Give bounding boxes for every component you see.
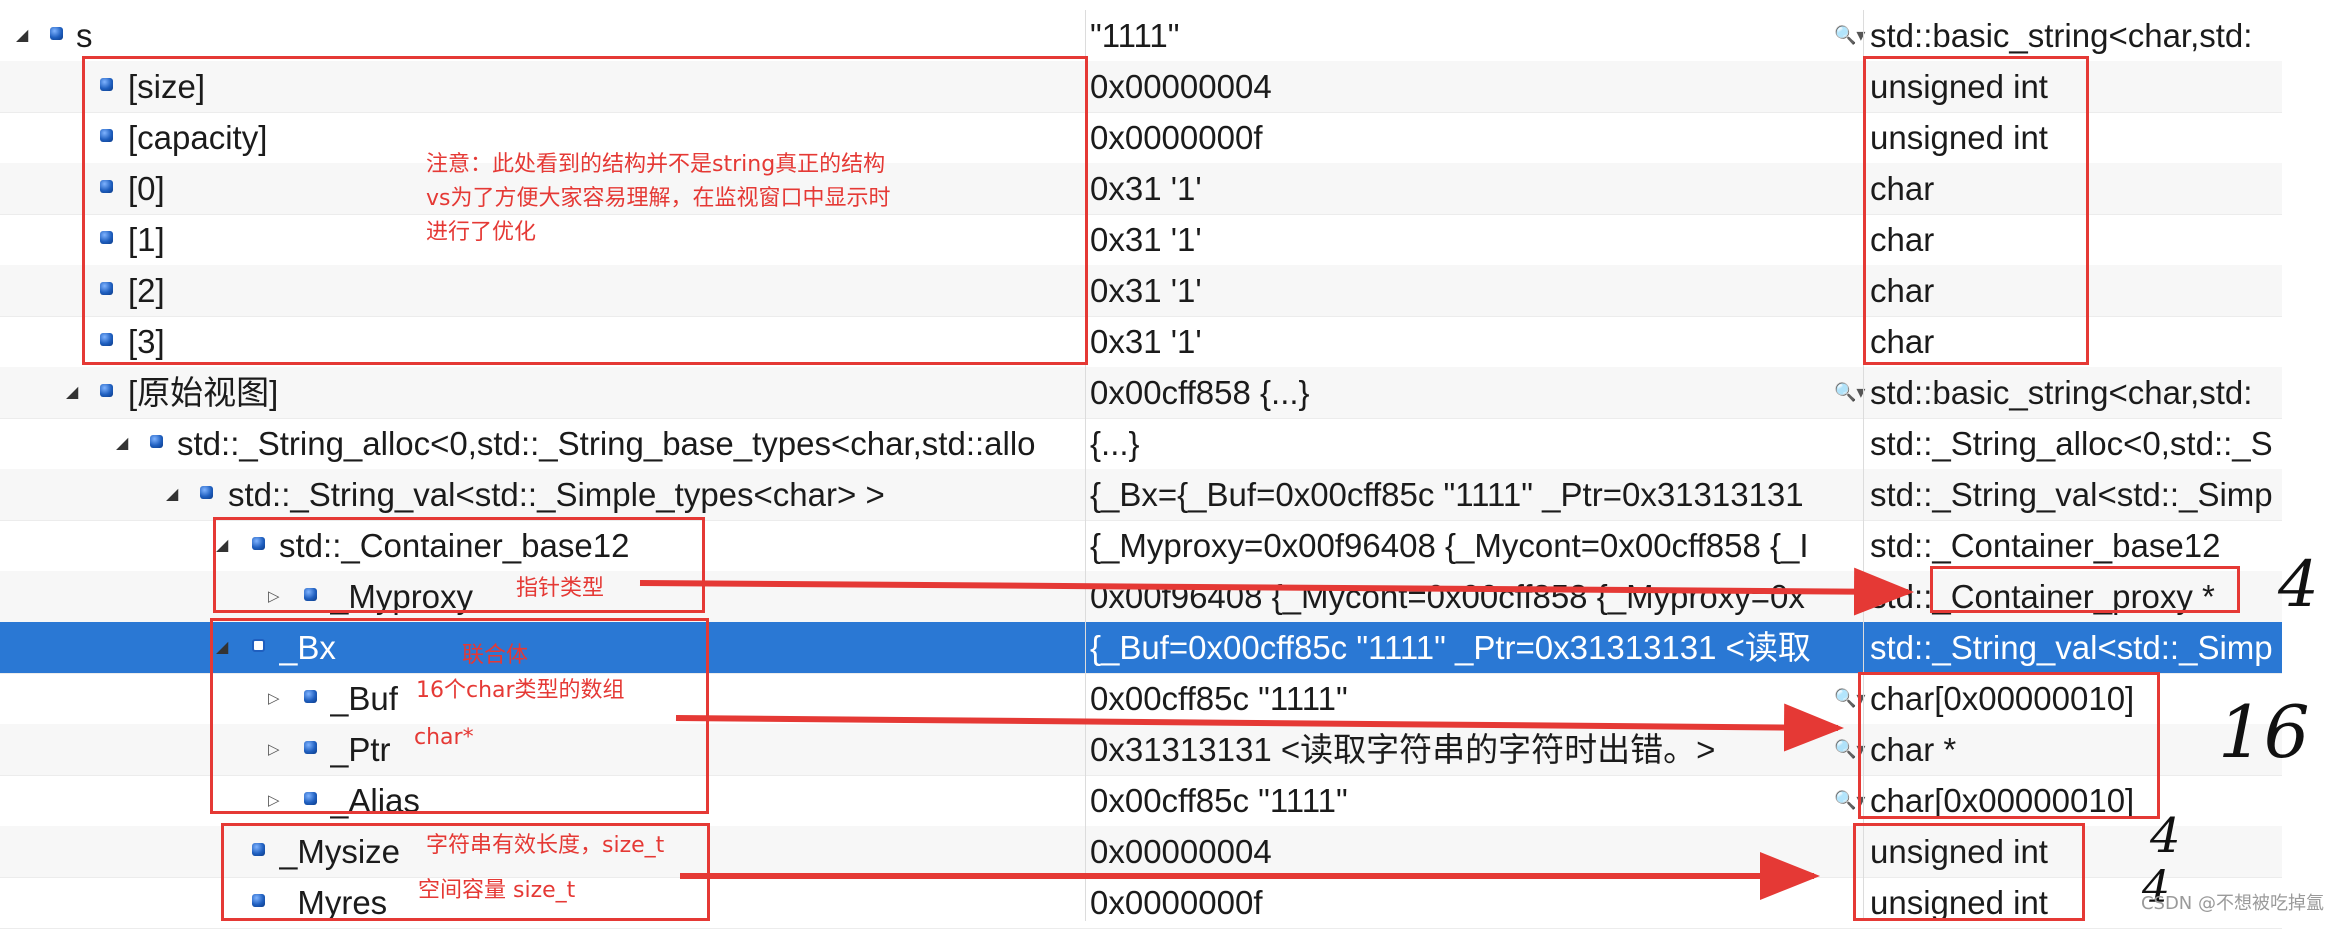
watermark: CSDN @不想被吃掉氲 bbox=[2140, 893, 2324, 914]
handwritten-4-proxy: 4 bbox=[2278, 548, 2319, 622]
annotation-arrows bbox=[639, 567, 1914, 900]
handwritten-16: 16 bbox=[2218, 690, 2310, 774]
arrow-ptr bbox=[675, 703, 1844, 752]
handwritten-4-mysize: 4 bbox=[2150, 808, 2181, 864]
arrow-myproxy bbox=[639, 567, 1914, 616]
